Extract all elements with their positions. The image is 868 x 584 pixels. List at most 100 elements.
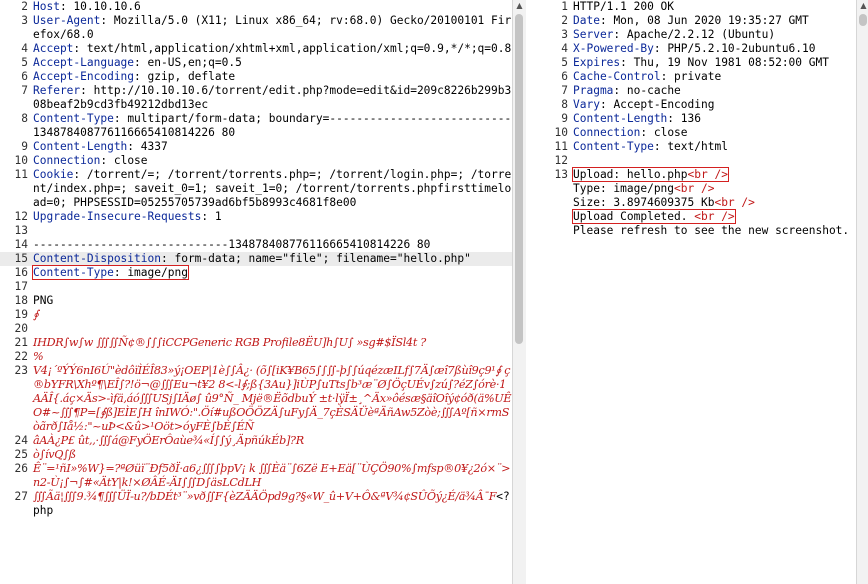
header-name: Accept-Encoding <box>33 70 135 83</box>
line-number: 8 <box>561 98 568 111</box>
request-line: 26 Ê¨=¹ñI»%W}=?ªØüï¨Ðf5ðÏ·a6¿∭∫þpV¡ k ∭Èä… <box>0 462 512 490</box>
request-line: 13 <box>0 224 512 238</box>
line-number: 19 <box>14 308 28 321</box>
request-scrollbar-thumb[interactable] <box>515 14 523 344</box>
response-body-line: Upload Completed. <br /> <box>547 209 856 224</box>
request-line: 8 Content-Type: multipart/form-data; boun… <box>0 112 512 140</box>
line-number: 3 <box>21 14 28 27</box>
line-number: 6 <box>21 70 28 83</box>
header-name: Connection <box>33 154 101 167</box>
line-number: 17 <box>14 280 28 293</box>
response-line: 6 Cache-Control: private <box>547 70 856 84</box>
response-line: 11 Content-Type: text/html <box>547 140 856 154</box>
request-line: 11 Cookie: /torrent/=; /torrent/torrents.… <box>0 168 512 210</box>
header-name: Upgrade-Insecure-Requests <box>33 210 202 223</box>
request-line: 18 PNG <box>0 294 512 308</box>
line-number: 5 <box>561 56 568 69</box>
line-number: 23 <box>14 364 28 377</box>
header-value: 1 <box>214 210 222 223</box>
request-editor[interactable]: 2 Host: 10.10.10.6 3 User-Agent: Mozilla/5.… <box>0 0 512 518</box>
line-number: 26 <box>14 462 28 475</box>
scroll-up-arrow-icon[interactable]: ▲ <box>857 0 868 11</box>
response-body-line: Please refresh to see the new screenshot… <box>547 224 856 238</box>
line-number: 11 <box>554 140 568 153</box>
header-value: Mon, 08 Jun 2020 19:35:27 GMT <box>613 14 809 27</box>
response-line: 7 Pragma: no-cache <box>547 84 856 98</box>
header-value: Accept-Encoding <box>613 98 715 111</box>
binary-payload: Ê¨=¹ñI»%W}=?ªØüï¨Ðf5ðÏ·a6¿∭∫þpV¡ k ∭Èä¨∫… <box>33 462 511 489</box>
scroll-up-arrow-icon[interactable]: ▲ <box>513 0 526 11</box>
request-scrollbar[interactable]: ▲ <box>512 0 526 584</box>
br-tag: <br /> <box>687 168 728 181</box>
br-tag: <br /> <box>694 210 735 223</box>
line-number: 22 <box>14 350 28 363</box>
line-number: 5 <box>21 56 28 69</box>
header-name: Pragma <box>573 84 614 97</box>
request-line: 17 <box>0 280 512 294</box>
header-name: Server <box>573 28 614 41</box>
response-line: 12 <box>547 154 856 168</box>
br-tag: <br /> <box>674 182 715 195</box>
line-number: 21 <box>14 336 28 349</box>
request-pane[interactable]: 2 Host: 10.10.10.6 3 User-Agent: Mozilla/5.… <box>0 0 512 584</box>
line-number: 4 <box>561 42 568 55</box>
request-line: 14 -----------------------------134878408… <box>0 238 512 252</box>
response-line: 1 HTTP/1.1 200 OK <box>547 0 856 14</box>
header-value: 10.10.10.6 <box>73 0 141 13</box>
header-value: gzip, deflate <box>147 70 236 83</box>
request-line: 22% <box>0 350 512 364</box>
response-body-line: Type: image/png<br /> <box>547 182 856 196</box>
pane-divider[interactable] <box>526 0 546 584</box>
request-line: 4 Accept: text/html,application/xhtml+xml… <box>0 42 512 56</box>
header-name: Content-Disposition <box>33 252 161 265</box>
header-name: Expires <box>573 56 621 69</box>
request-line: 25 ò∫ívQ∫ß <box>0 448 512 462</box>
response-line: 9 Content-Length: 136 <box>547 112 856 126</box>
header-value: 4337 <box>140 140 168 153</box>
header-name: Content-Type <box>33 266 114 279</box>
header-value: text/html <box>667 140 728 153</box>
line-number: 10 <box>554 126 568 139</box>
response-line: 3 Server: Apache/2.2.12 (Ubuntu) <box>547 28 856 42</box>
request-line: 10 Connection: close <box>0 154 512 168</box>
request-line: 6 Accept-Encoding: gzip, deflate <box>0 70 512 84</box>
header-name: Date <box>573 14 600 27</box>
binary-payload: V4¡´ºÝÝ6nI6Ú"èdôïÌÉÎ83»ý¡OEP|1è∫∫Â¿· (õ∫… <box>33 364 512 433</box>
line-number: 9 <box>21 140 28 153</box>
response-scrollbar[interactable]: ▲ <box>856 0 868 584</box>
request-line: 3 User-Agent: Mozilla/5.0 (X11; Linux x86… <box>0 14 512 42</box>
header-name: Accept-Language <box>33 56 135 69</box>
upload-size-text: Size: 3.8974609375 Kb <box>573 196 715 209</box>
request-line: 21 IHDR∫w∫w ∭∬Ñ¢®∫∫∫iCCPGeneric RGB Profi… <box>0 336 512 350</box>
header-name: User-Agent <box>33 14 101 27</box>
header-name: X-Powered-By <box>573 42 654 55</box>
line-number: 2 <box>561 14 568 27</box>
response-body-line: 13 Upload: hello.php<br /> <box>547 167 856 182</box>
header-name: Cookie <box>33 168 74 181</box>
text-line: PNG <box>33 294 54 307</box>
line-number: 8 <box>21 112 28 125</box>
request-line: 20 <box>0 322 512 336</box>
line-number: 27 <box>14 490 28 503</box>
header-name: Content-Type <box>33 112 114 125</box>
line-number: 24 <box>14 434 28 447</box>
line-number: 16 <box>14 266 28 279</box>
binary-payload: âAÀ¿P£ ût,,·∭á@FyÖErÔaùe¾«Í∫∫ý¸ÄpñúkÉb]?… <box>33 434 304 447</box>
header-value: form-data; name="file"; filename="hello.… <box>174 252 471 265</box>
header-value: PHP/5.2.10-2ubuntu6.10 <box>667 42 816 55</box>
response-scrollbar-thumb[interactable] <box>859 14 867 26</box>
response-line: 5 Expires: Thu, 19 Nov 1981 08:52:00 GMT <box>547 56 856 70</box>
header-value: http://10.10.10.6/torrent/edit.php?mode=… <box>33 84 512 111</box>
response-pane[interactable]: 1 HTTP/1.1 200 OK 2 Date: Mon, 08 Jun 2020 … <box>547 0 856 584</box>
text-line: -----------------------------13487840877… <box>33 238 431 251</box>
request-line: 23 V4¡´ºÝÝ6nI6Ú"èdôïÌÉÎ83»ý¡OEP|1è∫∫Â¿· (… <box>0 364 512 434</box>
header-value: en-US,en;q=0.5 <box>147 56 242 69</box>
header-name: Vary <box>573 98 600 111</box>
binary-payload: IHDR∫w∫w ∭∬Ñ¢®∫∫∫iCCPGeneric RGB Profile… <box>33 336 426 349</box>
header-value: Thu, 19 Nov 1981 08:52:00 GMT <box>633 56 829 69</box>
header-value: private <box>674 70 722 83</box>
line-number: 10 <box>14 154 28 167</box>
text-line: HTTP/1.1 200 OK <box>573 0 675 13</box>
response-editor[interactable]: 1 HTTP/1.1 200 OK 2 Date: Mon, 08 Jun 2020 … <box>547 0 856 168</box>
line-number: 1 <box>561 0 568 13</box>
